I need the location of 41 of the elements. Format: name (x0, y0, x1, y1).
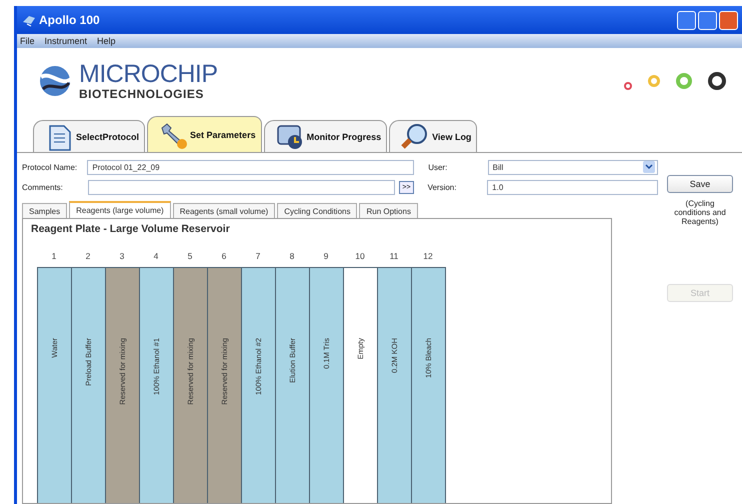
window-title: Apollo 100 (39, 13, 101, 27)
lane-number: 10 (354, 251, 366, 261)
sub-tab[interactable]: Reagents (small volume) (172, 203, 276, 218)
user-dropdown[interactable]: Bill (488, 160, 658, 174)
lane-number: 1 (50, 251, 58, 261)
sub-tab[interactable]: Reagents (large volume) (69, 201, 171, 218)
lane-number: 4 (152, 251, 160, 261)
panel-title: Reagent Plate - Large Volume Reservoir (31, 223, 231, 235)
maximize-button[interactable] (698, 10, 717, 30)
lane-number: 5 (186, 251, 194, 261)
lane-number: 3 (118, 251, 126, 261)
comments-field[interactable] (88, 180, 396, 194)
logo-name: MICROCHIP (79, 62, 218, 86)
close-button[interactable] (719, 10, 738, 30)
main-tab[interactable]: SelectProtocol (33, 120, 146, 152)
logo-subtitle: BIOTECHNOLOGIES (79, 86, 205, 100)
main-tab[interactable]: Monitor Progress (264, 120, 388, 152)
lane-number: 6 (220, 251, 228, 261)
lane-number: 7 (254, 251, 262, 261)
field-label: Version: (426, 182, 458, 192)
protocol-name-field[interactable]: Protocol 01_22_09 (87, 160, 414, 174)
field-label: Comments: (22, 182, 64, 192)
menu-item[interactable]: Instrument (44, 36, 88, 46)
menu-item[interactable]: File (20, 36, 35, 46)
main-tab[interactable]: View Log (389, 120, 478, 152)
lane-number: 9 (322, 251, 330, 261)
field-label: User: (427, 162, 448, 172)
lane-number: 11 (388, 251, 400, 261)
lane-number: 8 (288, 251, 296, 261)
sub-tab[interactable]: Run Options (359, 203, 418, 218)
save-note: (Cycling conditions and Reagents) (673, 199, 727, 226)
lane-number: 2 (84, 251, 92, 261)
minimize-button[interactable] (677, 10, 696, 30)
lane-number: 12 (422, 251, 434, 261)
sub-tab[interactable]: Cycling Conditions (277, 203, 358, 218)
main-tab[interactable]: Set Parameters (147, 116, 262, 152)
menu-item[interactable]: Help (97, 36, 116, 46)
field-label: Protocol Name: (22, 162, 78, 172)
save-button[interactable]: Save (667, 175, 733, 193)
sub-tab[interactable]: Samples (22, 203, 68, 218)
version-field[interactable]: 1.0 (487, 180, 658, 194)
